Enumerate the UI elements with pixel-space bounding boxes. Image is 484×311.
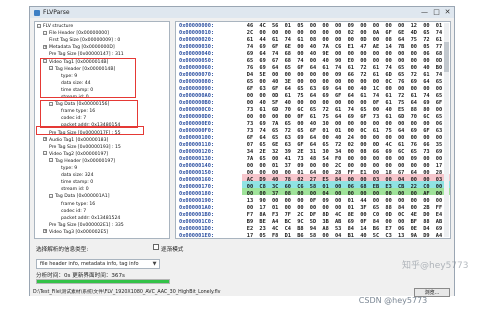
hex-byte: 04 bbox=[334, 233, 342, 239]
highlight-box-tag-data bbox=[40, 99, 138, 128]
hex-byte: 05 bbox=[259, 233, 266, 239]
tree-node-label: Metadata Tag [0x0000000D] bbox=[49, 45, 115, 51]
tree-node-label: FLV structure bbox=[43, 24, 74, 29]
tree-node[interactable]: Pre Tag Size [0x000002E1] : 335 bbox=[43, 222, 124, 229]
expand-toggle-icon[interactable]: - bbox=[49, 193, 53, 198]
tree-node[interactable]: - Tag Header [0x00000197] bbox=[49, 158, 115, 165]
tree-node-label: Tag Header [0x00000197] bbox=[55, 158, 116, 164]
progressive-mode-checkbox[interactable] bbox=[153, 244, 159, 250]
tree-node[interactable]: + Audio Tag1 [0x00000183] bbox=[43, 137, 108, 144]
progress-bar bbox=[36, 279, 170, 284]
tree-node[interactable]: - Video Tag2 [0x00000197] bbox=[43, 151, 108, 158]
maximize-button[interactable]: □ bbox=[431, 7, 442, 17]
csdn-watermark: CSDN @hey5773 bbox=[358, 296, 428, 305]
status-bar: D:\Test_File\测试素材\系统\文件\FLV_1920X1080_AV… bbox=[30, 289, 454, 296]
highlight-box-pre-tag-size bbox=[36, 126, 144, 135]
expand-toggle-icon[interactable]: + bbox=[43, 137, 47, 142]
hex-byte: C3 bbox=[385, 233, 392, 239]
structure-tree[interactable]: - FLV structure - File Header [0x00000000] F… bbox=[34, 21, 170, 239]
tree-node-label: Pre Tag Size [0x000002E1] : 335 bbox=[49, 222, 124, 228]
expand-toggle-icon[interactable]: + bbox=[43, 229, 47, 234]
tree-node[interactable]: time stamp: 0 bbox=[55, 179, 93, 186]
flvparse-window: FLVParse — □ ✕ - FLV structure - File Heade… bbox=[29, 6, 455, 297]
hex-byte: 5C bbox=[372, 233, 380, 239]
scrollbar-thumb[interactable] bbox=[444, 42, 449, 72]
info-type-label: 选择解析的信息类型: bbox=[36, 247, 89, 253]
tree-node[interactable]: frame type: 16 bbox=[55, 201, 95, 208]
expand-toggle-icon[interactable]: - bbox=[37, 23, 41, 28]
tree-node-label: Audio Tag1 [0x00000183] bbox=[49, 137, 109, 143]
tree-node[interactable]: + Video Tag3 [0x000002E5] bbox=[43, 229, 108, 236]
hex-byte: 58 bbox=[309, 233, 317, 239]
info-type-select[interactable]: file header info, metadata info, tag inf… bbox=[36, 259, 160, 269]
progress-fill bbox=[37, 280, 169, 283]
tree-node-label: packet addr: 0x13481524 bbox=[61, 215, 121, 221]
hex-row: 0x000001E0: 17 05 F8 D1 B6 58 00 04 B1 40 5C C3 13 9A D… bbox=[176, 233, 446, 239]
expand-toggle-icon[interactable]: - bbox=[43, 151, 47, 156]
tree-node-label: First Tag Size [0x00000009] : 0 bbox=[49, 38, 121, 44]
hex-byte: 13 bbox=[397, 233, 405, 239]
minimize-button[interactable]: — bbox=[419, 7, 430, 17]
tree-node[interactable]: - File Header [0x00000000] bbox=[43, 30, 109, 37]
tree-node[interactable]: data size: 324 bbox=[55, 172, 94, 179]
hex-byte: B6 bbox=[297, 233, 304, 239]
hex-address: 0x000001E0: bbox=[179, 233, 215, 239]
tree-node[interactable]: stream id: 0 bbox=[55, 186, 89, 193]
tree-node-label: type: 9 bbox=[61, 166, 78, 171]
expand-toggle-icon[interactable]: - bbox=[49, 158, 53, 163]
tree-node[interactable]: - FLV structure bbox=[37, 23, 73, 30]
hex-byte: 00 bbox=[322, 233, 329, 239]
hex-byte: D1 bbox=[284, 233, 291, 239]
chevron-down-icon[interactable]: ▼ bbox=[150, 260, 159, 268]
title-bar: FLVParse — □ ✕ bbox=[30, 7, 454, 18]
tree-node[interactable]: codec id: 7 bbox=[55, 208, 86, 215]
tree-node-label: time stamp: 0 bbox=[61, 180, 94, 186]
highlight-box-tag-header bbox=[40, 57, 136, 98]
hex-byte: 40 bbox=[360, 233, 367, 239]
hex-byte: 9A bbox=[410, 233, 417, 239]
tree-node-label: Tag Data [0x000001A1] bbox=[55, 194, 110, 200]
window-title: FLVParse bbox=[43, 9, 70, 16]
tree-node-label: frame type: 16 bbox=[61, 201, 96, 207]
hex-byte: F8 bbox=[271, 233, 279, 239]
tree-node[interactable]: packet addr: 0x13481524 bbox=[55, 215, 120, 222]
hex-byte: B1 bbox=[347, 233, 354, 239]
expand-toggle-icon[interactable]: - bbox=[43, 30, 47, 35]
tree-node[interactable]: + Metadata Tag [0x0000000D] bbox=[43, 44, 115, 51]
tree-node[interactable]: type: 9 bbox=[55, 165, 77, 172]
tree-node-label: Video Tag3 [0x000002E5] bbox=[49, 229, 109, 235]
tree-node-label: codec id: 7 bbox=[61, 208, 87, 214]
app-icon bbox=[34, 9, 40, 16]
hex-byte: D9 bbox=[423, 233, 430, 239]
hex-byte: 17 bbox=[246, 233, 254, 239]
zhihu-watermark: 知乎@hey5773 bbox=[402, 261, 469, 271]
tree-node-label: stream id: 0 bbox=[61, 187, 89, 193]
tree-node-label: Video Tag2 [0x00000197] bbox=[49, 151, 109, 157]
hex-view[interactable]: 0x00000000: 46 4C 56 01 05 00 00 00 09 00 00 00 00 12 0… bbox=[175, 21, 451, 239]
info-type-value: file header info, metadata info, tag inf… bbox=[40, 261, 139, 267]
progressive-mode-label: 逐渐模式 bbox=[161, 247, 184, 253]
tree-node[interactable]: First Tag Size [0x00000009] : 0 bbox=[43, 37, 120, 44]
tree-node[interactable]: - Tag Data [0x000001A1] bbox=[49, 193, 110, 200]
timing-text: 分析时间：0s 更新界面时间：367s bbox=[36, 273, 125, 279]
tree-node-label: File Header [0x00000000] bbox=[49, 31, 109, 37]
tree-node[interactable]: Pre Tag Size [0x00000193] : 15 bbox=[43, 144, 121, 151]
close-button[interactable]: ✕ bbox=[442, 7, 453, 17]
expand-toggle-icon[interactable]: + bbox=[43, 44, 47, 49]
tree-node-label: Pre Tag Size [0x00000193] : 15 bbox=[49, 144, 121, 150]
tree-node-label: data size: 324 bbox=[61, 173, 94, 179]
